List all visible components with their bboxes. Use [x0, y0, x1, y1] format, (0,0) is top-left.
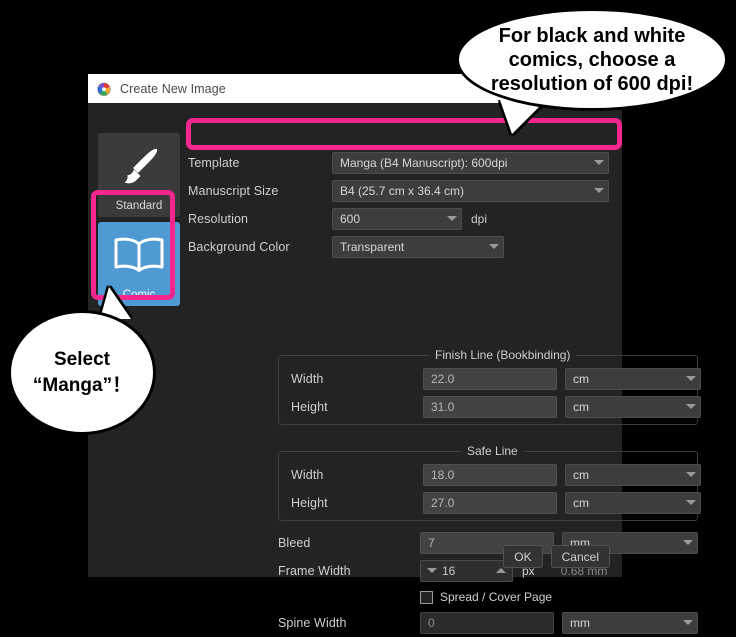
safe-line-title: Safe Line	[461, 444, 524, 458]
finish-line-group: Finish Line (Bookbinding) Width 22.0 cm	[278, 348, 701, 425]
bleed-label: Bleed	[278, 535, 311, 550]
spine-width-value: 0	[428, 615, 435, 630]
safe-height-label: Height	[291, 495, 328, 510]
finish-width-label: Width	[291, 371, 324, 386]
paintbrush-icon	[98, 133, 180, 199]
safe-line-group: Safe Line Width 18.0 cm Height 27.0 cm	[278, 444, 701, 521]
manga-callout-bubble: Select “Manga”！	[8, 310, 156, 435]
frame-width-value: 16	[442, 563, 456, 578]
cancel-button[interactable]: Cancel	[550, 545, 610, 568]
row-safe-width: Width 18.0 cm	[291, 461, 701, 488]
chevron-down-icon	[686, 404, 696, 409]
stepper-down-icon[interactable]	[427, 568, 437, 573]
chevron-down-icon	[683, 620, 693, 625]
chevron-down-icon	[489, 244, 499, 249]
template-label: Template	[188, 155, 240, 170]
mode-sidebar: Standard Comic	[98, 133, 180, 306]
frame-width-label: Frame Width	[278, 563, 351, 578]
finish-width-input[interactable]: 22.0	[423, 367, 557, 390]
safe-height-value: 27.0	[431, 495, 455, 510]
dpi-callout-bubble: For black and white comics, choose a res…	[456, 8, 728, 111]
resolution-unit: dpi	[471, 211, 488, 226]
settings-form: Template Manga (B4 Manuscript): 600dpi M…	[188, 149, 613, 261]
background-color-select[interactable]: Transparent	[332, 235, 504, 258]
row-safe-height: Height 27.0 cm	[291, 489, 701, 516]
row-finish-height: Height 31.0 cm	[291, 393, 701, 420]
chevron-down-icon	[683, 540, 693, 545]
chevron-down-icon	[686, 376, 696, 381]
sidebar-item-standard-label: Standard	[115, 200, 163, 212]
chevron-down-icon	[594, 188, 604, 193]
spine-width-unit: mm	[570, 615, 590, 630]
row-spine-width: Spine Width 0 mm	[278, 609, 708, 636]
row-template: Template Manga (B4 Manuscript): 600dpi	[188, 149, 613, 176]
row-bleed: Bleed 7 mm	[278, 529, 708, 556]
dialog-title: Create New Image	[120, 81, 226, 96]
chevron-down-icon	[686, 472, 696, 477]
safe-width-input[interactable]: 18.0	[423, 463, 557, 486]
manuscript-size-value: B4 (25.7 cm x 36.4 cm)	[340, 183, 465, 198]
resolution-select[interactable]: 600	[332, 207, 462, 230]
spine-width-input[interactable]: 0	[420, 611, 554, 634]
manuscript-size-label: Manuscript Size	[188, 183, 279, 198]
template-select[interactable]: Manga (B4 Manuscript): 600dpi	[332, 151, 609, 174]
dialog-buttons: OK Cancel	[503, 545, 610, 568]
background-color-value: Transparent	[340, 239, 405, 254]
finish-height-label: Height	[291, 399, 328, 414]
chevron-down-icon	[594, 160, 604, 165]
safe-width-unit: cm	[573, 467, 589, 482]
spine-width-unit-select[interactable]: mm	[562, 611, 698, 634]
color-palette-icon	[96, 81, 112, 97]
manuscript-size-select[interactable]: B4 (25.7 cm x 36.4 cm)	[332, 179, 609, 202]
stepper-up-icon[interactable]	[496, 568, 506, 573]
finish-height-input[interactable]: 31.0	[423, 395, 557, 418]
safe-height-unit-select[interactable]: cm	[565, 491, 701, 514]
dialog-body: Standard Comic Template Manga (B4 Manusc…	[88, 103, 701, 634]
spread-cover-page-label: Spread / Cover Page	[440, 590, 553, 604]
ok-button[interactable]: OK	[503, 545, 543, 568]
create-new-image-dialog: Create New Image Standard Comic Template…	[88, 74, 701, 634]
spine-width-label: Spine Width	[278, 615, 347, 630]
finish-width-value: 22.0	[431, 371, 455, 386]
safe-height-input[interactable]: 27.0	[423, 491, 557, 514]
bleed-value: 7	[428, 535, 435, 550]
finish-height-unit-select[interactable]: cm	[565, 395, 701, 418]
spread-cover-page-row[interactable]: Spread / Cover Page	[420, 585, 708, 609]
sidebar-item-standard[interactable]: Standard	[98, 133, 180, 217]
finish-height-value: 31.0	[431, 399, 455, 414]
safe-width-label: Width	[291, 467, 324, 482]
resolution-label: Resolution	[188, 211, 249, 226]
background-color-label: Background Color	[188, 239, 290, 254]
row-manuscript-size: Manuscript Size B4 (25.7 cm x 36.4 cm)	[188, 177, 613, 204]
safe-width-value: 18.0	[431, 467, 455, 482]
finish-line-title: Finish Line (Bookbinding)	[429, 348, 577, 362]
finish-width-unit-select[interactable]: cm	[565, 367, 701, 390]
chevron-down-icon	[686, 500, 696, 505]
template-value: Manga (B4 Manuscript): 600dpi	[340, 155, 508, 170]
bottom-settings: Bleed 7 mm Frame Width 16 px 0.68 mm Spr…	[278, 529, 708, 637]
safe-height-unit: cm	[573, 495, 589, 510]
frame-width-stepper[interactable]: 16	[420, 559, 513, 582]
row-resolution: Resolution 600 dpi	[188, 205, 613, 232]
chevron-down-icon	[447, 216, 457, 221]
row-frame-width: Frame Width 16 px 0.68 mm	[278, 557, 708, 584]
spread-cover-page-checkbox[interactable]	[420, 590, 433, 604]
resolution-value: 600	[340, 211, 361, 226]
open-book-icon	[98, 222, 180, 288]
dpi-callout-text: For black and white comics, choose a res…	[490, 24, 694, 95]
finish-width-unit: cm	[573, 371, 589, 386]
safe-width-unit-select[interactable]: cm	[565, 463, 701, 486]
row-finish-width: Width 22.0 cm	[291, 365, 701, 392]
manga-callout-text: Select “Manga”！	[32, 348, 132, 396]
finish-height-unit: cm	[573, 399, 589, 414]
row-background-color: Background Color Transparent	[188, 233, 613, 260]
